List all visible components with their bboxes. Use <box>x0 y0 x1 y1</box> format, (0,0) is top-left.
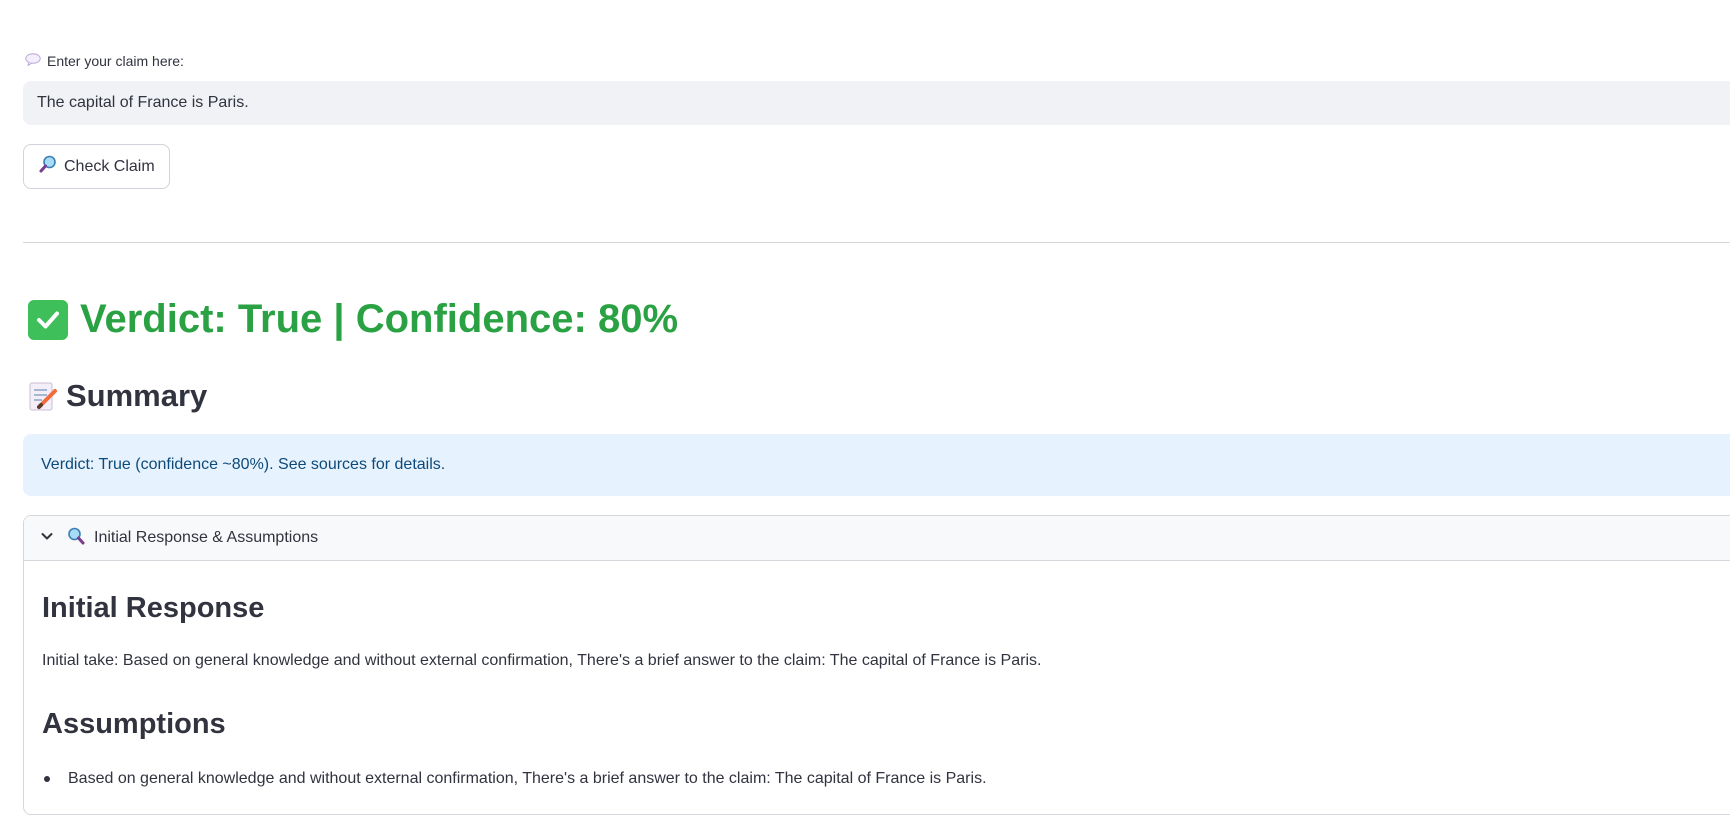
claim-input-label: Enter your claim here: <box>25 53 184 69</box>
list-item: Based on general knowledge and without e… <box>42 770 987 788</box>
verdict-heading: Verdict: True | Confidence: 80% <box>28 297 678 342</box>
chevron-down-icon <box>40 529 54 548</box>
check-claim-button-label: Check Claim <box>64 157 155 175</box>
summary-title: Summary <box>66 378 208 413</box>
initial-response-heading: Initial Response <box>42 592 265 624</box>
claim-input[interactable] <box>23 81 1730 125</box>
summary-heading: Summary <box>28 378 207 414</box>
expander-header[interactable]: Initial Response & Assumptions <box>24 516 1730 561</box>
initial-response-expander: Initial Response & Assumptions Initial R… <box>23 515 1730 815</box>
bullet-icon <box>44 776 50 782</box>
speech-balloon-icon <box>25 53 41 69</box>
magnifying-glass-right-icon <box>38 154 58 179</box>
initial-response-text: Initial take: Based on general knowledge… <box>42 652 1042 669</box>
summary-info-text: Verdict: True (confidence ~80%). See sou… <box>41 456 446 473</box>
claim-input-label-text: Enter your claim here: <box>47 53 184 69</box>
magnifying-glass-left-icon <box>66 526 86 551</box>
assumptions-heading: Assumptions <box>42 708 226 740</box>
section-divider <box>23 242 1730 243</box>
check-claim-button[interactable]: Check Claim <box>23 144 170 189</box>
expander-label: Initial Response & Assumptions <box>94 529 319 546</box>
summary-info-box: Verdict: True (confidence ~80%). See sou… <box>23 434 1730 496</box>
memo-icon <box>28 380 57 412</box>
assumption-text: Based on general knowledge and without e… <box>68 770 987 787</box>
page: Enter your claim here: Check Claim Verdi… <box>0 0 1730 823</box>
check-mark-button-icon <box>28 299 68 340</box>
verdict-text: Verdict: True | Confidence: 80% <box>80 297 679 341</box>
